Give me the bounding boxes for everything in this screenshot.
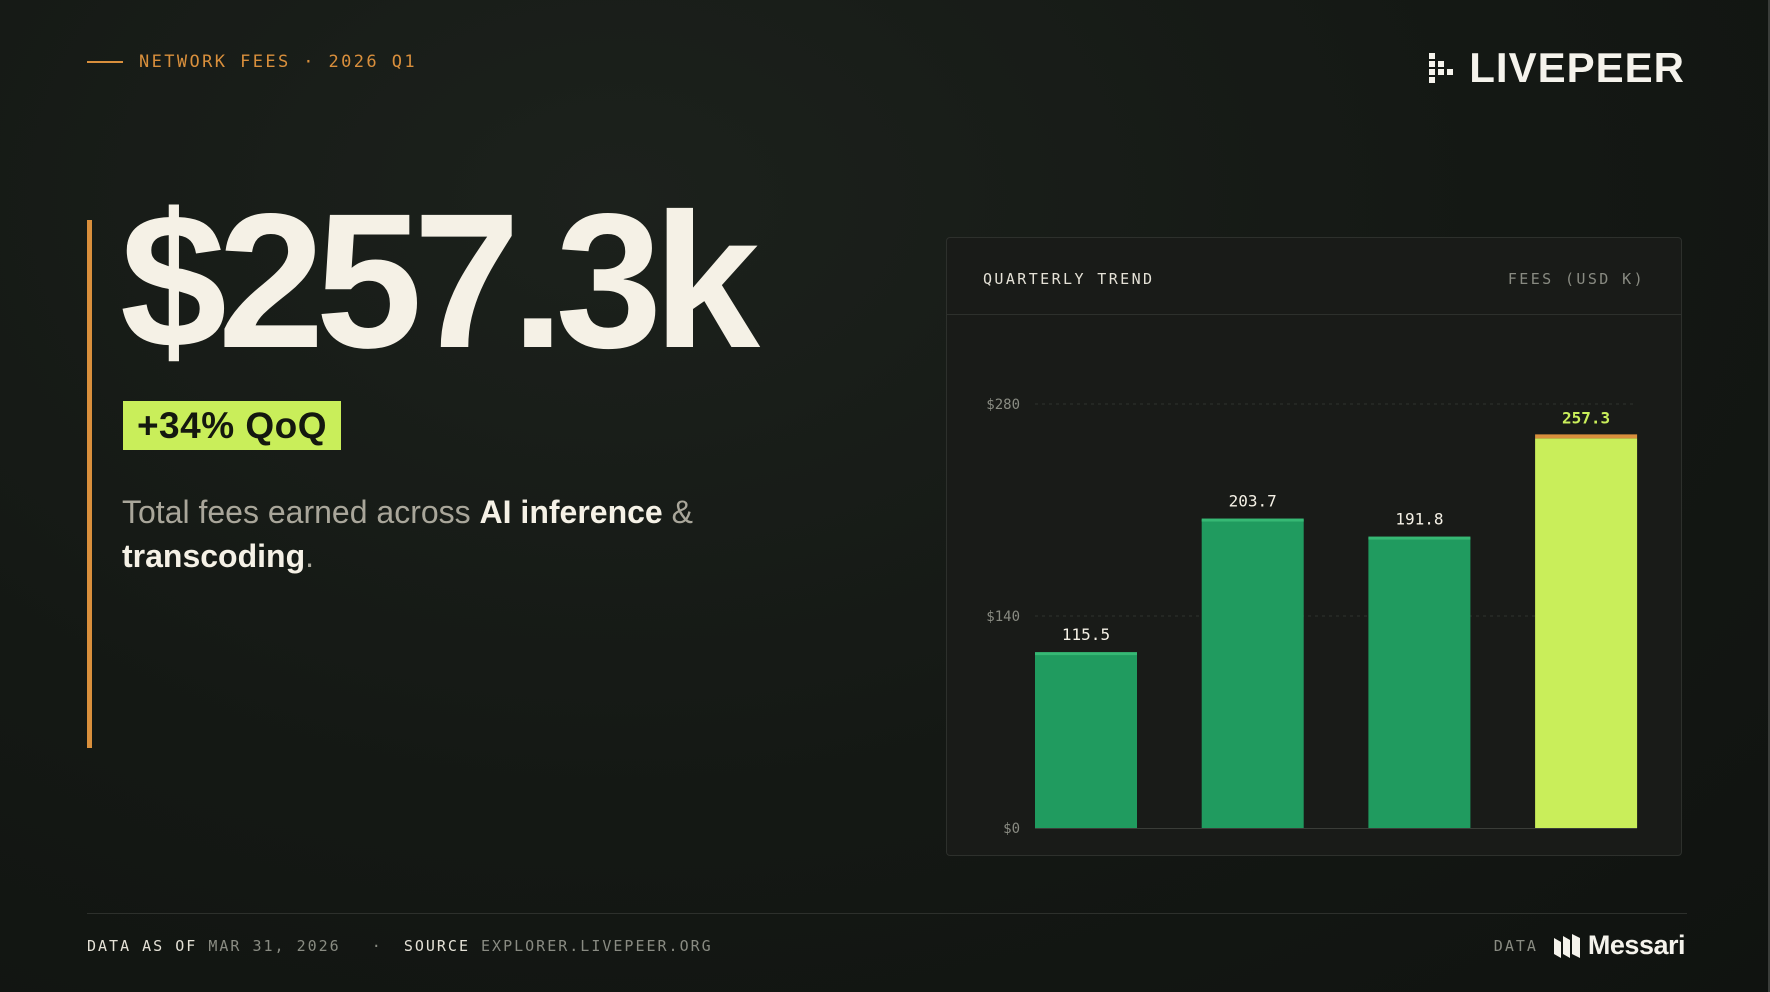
eyebrow-rule: [87, 61, 123, 63]
hero-description: Total fees earned across AI inference & …: [122, 490, 762, 578]
source-label: SOURCE: [403, 937, 470, 955]
data-credit: DATA Messari: [1493, 930, 1686, 961]
y-tick-label: $0: [1003, 821, 1020, 837]
desc-text: &: [662, 494, 693, 530]
slide: NETWORK FEES · 2026 Q1 LIVEPEER $257.3k …: [0, 0, 1770, 992]
source-value: EXPLORER.LIVEPEER.ORG: [481, 937, 713, 955]
bar-value-label: 257.3: [1562, 408, 1610, 427]
eyebrow: NETWORK FEES · 2026 Q1: [87, 52, 417, 72]
desc-highlight-transcoding: transcoding: [122, 538, 306, 574]
footer-divider: [87, 913, 1687, 914]
bar-value-label: 191.8: [1395, 510, 1443, 529]
y-tick-label: $140: [986, 609, 1020, 625]
footer-meta: DATA AS OF MAR 31, 2026 · SOURCE EXPLORE…: [87, 937, 713, 955]
bar: [1535, 438, 1638, 828]
bar: [1368, 537, 1471, 828]
bar-cap: [1535, 434, 1638, 439]
livepeer-logo: LIVEPEER: [1429, 44, 1685, 92]
desc-text: .: [305, 538, 315, 574]
logo-wordmark: LIVEPEER: [1469, 44, 1685, 91]
messari-wordmark: Messari: [1587, 930, 1686, 960]
footer-separator: ·: [371, 937, 383, 955]
bar-cap: [1201, 518, 1304, 522]
accent-bar: [87, 220, 92, 748]
bar-cap: [1368, 536, 1471, 540]
asof-value: MAR 31, 2026: [208, 937, 341, 955]
messari-logo: Messari: [1553, 930, 1686, 961]
desc-highlight-ai: AI inference: [479, 494, 663, 530]
desc-text: Total fees earned across: [122, 494, 480, 530]
bar: [1035, 653, 1137, 828]
bar-cap: [1035, 652, 1137, 656]
bar-value-label: 115.5: [1062, 625, 1110, 644]
eyebrow-text: NETWORK FEES · 2026 Q1: [139, 52, 417, 72]
data-label: DATA: [1493, 936, 1538, 955]
asof-label: DATA AS OF: [87, 937, 198, 955]
y-tick-label: $280: [986, 397, 1020, 413]
bar-value-label: 203.7: [1229, 492, 1277, 511]
hero-value: $257.3k: [120, 173, 760, 388]
livepeer-mark-icon: [1429, 53, 1454, 83]
bar: [1201, 519, 1304, 828]
bar-chart: $0 $140 $280 115.5 203.7 191.8 257.3: [986, 397, 1638, 837]
messari-mark-icon: [1553, 933, 1580, 958]
change-badge: +34% QoQ: [123, 401, 341, 450]
